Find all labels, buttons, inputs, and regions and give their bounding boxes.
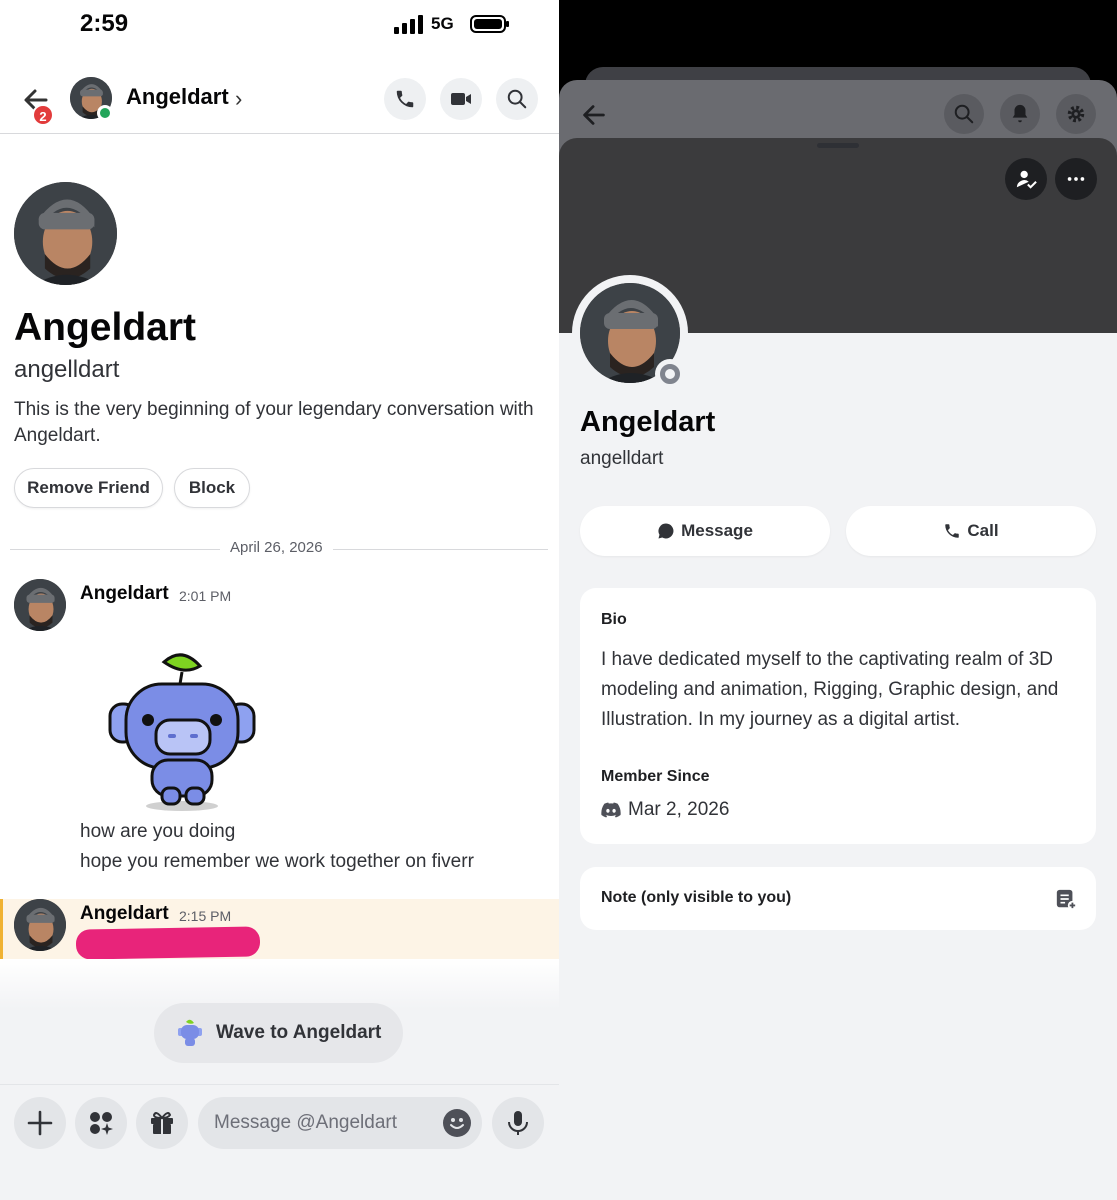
message-timestamp: 2:15 PM bbox=[179, 908, 232, 924]
avatar-photo bbox=[14, 182, 117, 285]
emoji-icon[interactable] bbox=[443, 1109, 471, 1137]
message-avatar[interactable] bbox=[14, 579, 66, 631]
message-author[interactable]: Angeldart bbox=[80, 903, 169, 925]
phone-icon bbox=[945, 524, 960, 538]
member-since-date: Mar 2, 2026 bbox=[628, 799, 730, 820]
bell-icon bbox=[1012, 104, 1028, 123]
more-options-button[interactable] bbox=[1055, 158, 1097, 200]
search-button[interactable] bbox=[496, 78, 538, 120]
message-avatar[interactable] bbox=[14, 899, 66, 951]
apps-icon bbox=[90, 1112, 113, 1135]
wumpus-sticker bbox=[108, 653, 256, 811]
bio-heading: Bio bbox=[601, 611, 627, 628]
message-button-label: Message bbox=[681, 521, 753, 540]
battery-icon bbox=[470, 15, 509, 33]
add-attachment-button[interactable] bbox=[14, 1097, 66, 1149]
dm-chat-screen: 2:59 5G 2 Angeldart › Angeldart angellda… bbox=[0, 0, 559, 1200]
member-since-heading: Member Since bbox=[601, 768, 710, 785]
voice-message-button[interactable] bbox=[492, 1097, 544, 1149]
display-name: Angeldart bbox=[14, 306, 197, 349]
note-card[interactable]: Note (only visible to you) bbox=[580, 867, 1096, 930]
chevron-right-icon[interactable]: › bbox=[235, 86, 242, 112]
block-button[interactable]: Block bbox=[174, 468, 250, 508]
voice-call-button[interactable] bbox=[384, 78, 426, 120]
remove-friend-button[interactable]: Remove Friend bbox=[14, 468, 163, 508]
video-camera-icon bbox=[451, 93, 471, 105]
date-divider: April 26, 2026 bbox=[220, 539, 333, 556]
friend-check-icon bbox=[1016, 170, 1037, 189]
status-bar: 2:59 5G bbox=[0, 0, 559, 56]
redaction-mark bbox=[75, 926, 261, 960]
chat-bubble-icon bbox=[658, 523, 674, 539]
message-button[interactable]: Message bbox=[580, 506, 830, 556]
signal-icon bbox=[394, 15, 423, 34]
message-text: how are you doing bbox=[80, 821, 236, 842]
drag-handle[interactable] bbox=[817, 143, 859, 148]
network-label: 5G bbox=[431, 14, 454, 33]
gear-icon bbox=[1067, 105, 1085, 123]
message-timestamp: 2:01 PM bbox=[179, 588, 232, 604]
more-dots-icon bbox=[1067, 177, 1085, 181]
smiley-face bbox=[450, 1118, 464, 1129]
message-text: hope you remember we work together on fi… bbox=[80, 851, 474, 872]
message-author[interactable]: Angeldart bbox=[80, 583, 169, 605]
message-composer: Message @Angeldart bbox=[0, 1084, 559, 1200]
back-arrow-icon[interactable] bbox=[579, 100, 609, 130]
wave-button[interactable]: Wave to Angeldart bbox=[154, 1003, 403, 1063]
apps-button[interactable] bbox=[75, 1097, 127, 1149]
video-call-button[interactable] bbox=[440, 78, 482, 120]
wave-label: Wave to Angeldart bbox=[216, 1022, 382, 1043]
online-status-dot bbox=[97, 105, 113, 121]
unread-badge: 2 bbox=[32, 104, 54, 126]
conversation-intro-text: This is the very beginning of your legen… bbox=[14, 399, 534, 446]
bio-text: I have dedicated myself to the captivati… bbox=[601, 649, 1059, 730]
friend-status-button[interactable] bbox=[1005, 158, 1047, 200]
profile-sheet: Angeldart angelldart Message Call Bio I … bbox=[559, 0, 1117, 1200]
search-button[interactable] bbox=[944, 94, 984, 134]
chat-title[interactable]: Angeldart bbox=[126, 84, 229, 110]
wumpus-icon bbox=[178, 1019, 202, 1046]
gift-button[interactable] bbox=[136, 1097, 188, 1149]
call-button[interactable]: Call bbox=[846, 506, 1096, 556]
phone-icon bbox=[396, 90, 414, 108]
search-icon bbox=[507, 89, 527, 109]
notifications-button[interactable] bbox=[1000, 94, 1040, 134]
display-name: Angeldart bbox=[580, 406, 716, 438]
microphone-icon bbox=[508, 1111, 528, 1135]
add-note-icon[interactable] bbox=[1055, 888, 1077, 910]
plus-icon bbox=[27, 1110, 53, 1136]
avatar-photo bbox=[14, 579, 66, 631]
discord-logo-icon bbox=[601, 802, 621, 818]
username: angelldart bbox=[580, 448, 664, 469]
status-time: 2:59 bbox=[80, 10, 129, 37]
message-input[interactable]: Message @Angeldart bbox=[198, 1097, 482, 1149]
call-button-label: Call bbox=[967, 521, 999, 540]
profile-avatar[interactable] bbox=[14, 182, 117, 285]
offline-status-indicator bbox=[655, 359, 685, 389]
settings-button[interactable] bbox=[1056, 94, 1096, 134]
note-label: Note (only visible to you) bbox=[601, 889, 792, 906]
bio-card: Bio I have dedicated myself to the capti… bbox=[580, 588, 1096, 844]
avatar-photo bbox=[14, 899, 66, 951]
search-icon bbox=[954, 104, 974, 124]
username: angelldart bbox=[14, 356, 120, 383]
chat-header: 2 Angeldart › bbox=[0, 66, 559, 134]
gift-icon bbox=[151, 1112, 173, 1134]
